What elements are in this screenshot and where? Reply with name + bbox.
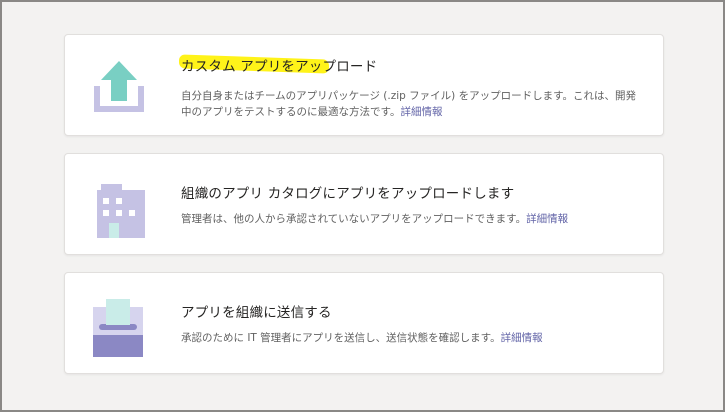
building-icon	[89, 168, 149, 238]
upload-org-catalog-card[interactable]: 組織のアプリ カタログにアプリをアップロードします 管理者は、他の人から承認され…	[64, 153, 664, 255]
submit-app-title: アプリを組織に送信する	[181, 305, 332, 321]
learn-more-link-submit[interactable]: 詳細情報	[501, 332, 543, 344]
submit-app-card[interactable]: アプリを組織に送信する 承認のために IT 管理者にアプリを送信し、送信状態を確…	[64, 272, 664, 374]
upload-custom-app-title: カスタム アプリをアップロード	[179, 54, 377, 75]
upload-org-catalog-description: 管理者は、他の人から承認されていないアプリをアップロードできます。詳細情報	[181, 213, 569, 225]
learn-more-link-upload[interactable]: 詳細情報	[400, 106, 442, 118]
upload-custom-app-card[interactable]: カスタム アプリをアップロード 自分自身またはチームのアプリパッケージ (.zi…	[64, 34, 664, 136]
upload-org-catalog-title: 組織のアプリ カタログにアプリをアップロードします	[181, 186, 515, 202]
upload-custom-app-description: 自分自身またはチームのアプリパッケージ (.zip ファイル) をアップロードし…	[181, 90, 637, 118]
upload-icon	[89, 49, 149, 119]
submit-app-description: 承認のために IT 管理者にアプリを送信し、送信状態を確認します。詳細情報	[181, 332, 543, 344]
submit-box-icon	[89, 287, 149, 357]
learn-more-link-catalog[interactable]: 詳細情報	[526, 213, 568, 225]
